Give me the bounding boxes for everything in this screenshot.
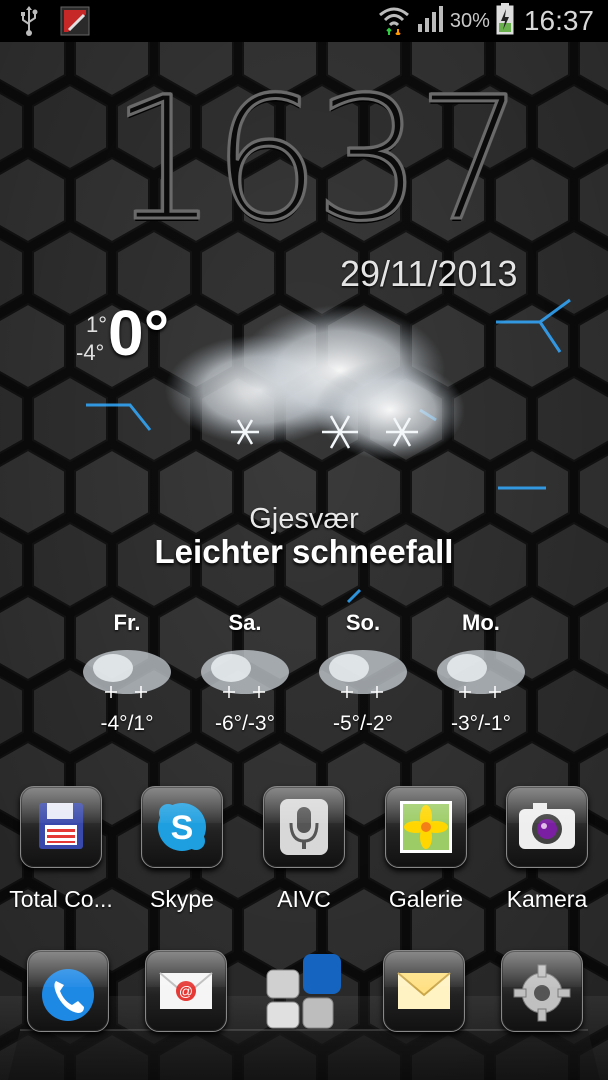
phone-icon (27, 950, 109, 1032)
app-notification-icon (60, 6, 90, 40)
wifi-icon (378, 3, 410, 39)
messaging-icon (383, 950, 465, 1032)
snow-cloud-icon (315, 642, 411, 708)
forecast-day-label: Sa. (228, 610, 262, 635)
dock-settings[interactable] (501, 950, 583, 1032)
microphone-icon (263, 786, 345, 868)
status-time: 16:37 (523, 5, 594, 36)
flower-photo-icon (385, 786, 467, 868)
temp-high: 1° (86, 312, 108, 337)
app-label: Galerie (388, 886, 464, 912)
forecast-day[interactable]: Sa. -6°/-3° (185, 610, 305, 736)
forecast-temps: -4°/1° (100, 712, 154, 735)
usb-icon (18, 6, 40, 40)
status-bar[interactable]: 30% 16:37 (0, 0, 608, 42)
dock-phone[interactable] (27, 950, 109, 1032)
forecast-temps: -5°/-2° (333, 712, 393, 735)
temp-low: -4° (76, 340, 105, 365)
floppy-disk-icon (20, 786, 102, 868)
battery-percent: 30% (449, 9, 490, 32)
camera-icon (506, 786, 588, 868)
snow-cloud-icon (150, 300, 470, 490)
dock-email[interactable]: @ (145, 950, 227, 1032)
app-shortcut-aivc[interactable]: AIVC (244, 786, 364, 913)
svg-text:S: S (171, 809, 194, 847)
snow-cloud-icon (433, 642, 529, 708)
app-shortcut-skype[interactable]: S Skype (122, 786, 242, 913)
forecast-temps: -3°/-1° (451, 712, 511, 735)
clock-date[interactable]: 29/11/2013 (340, 253, 518, 295)
app-label: Kamera (506, 886, 588, 912)
weather-location[interactable]: Gjesvær (0, 503, 608, 536)
forecast-day-label: Mo. (462, 610, 500, 635)
forecast-day-label: Fr. (113, 610, 141, 635)
forecast-day[interactable]: So. -5°/-2° (303, 610, 423, 736)
forecast-day[interactable]: Mo. -3°/-1° (421, 610, 541, 736)
weather-condition: Leichter schneefall (154, 533, 454, 570)
email-icon: @ (145, 950, 227, 1032)
clock-digits[interactable]: 1637 (109, 69, 540, 252)
settings-gear-icon (501, 950, 583, 1032)
app-shortcut-kamera[interactable]: Kamera (487, 786, 607, 913)
svg-text:@: @ (179, 983, 193, 999)
app-label: AIVC (277, 886, 331, 912)
forecast-temps: -6°/-3° (215, 712, 275, 735)
signal-icon (416, 4, 444, 38)
app-shortcut-galerie[interactable]: Galerie (366, 786, 486, 913)
app-drawer-button[interactable] (263, 950, 345, 1032)
app-shortcut-total-commander[interactable]: Total Co... (1, 786, 121, 913)
battery-charging-icon (496, 3, 514, 39)
app-drawer-icon (263, 950, 345, 1032)
app-label: Skype (150, 886, 214, 912)
dock-messaging[interactable] (383, 950, 465, 1032)
forecast-day-label: So. (345, 610, 381, 635)
snow-cloud-icon (79, 642, 175, 708)
app-label: Total Co... (9, 886, 113, 912)
forecast-day[interactable]: Fr. -4°/1° (67, 610, 187, 736)
skype-icon: S (141, 786, 223, 868)
snow-cloud-icon (197, 642, 293, 708)
